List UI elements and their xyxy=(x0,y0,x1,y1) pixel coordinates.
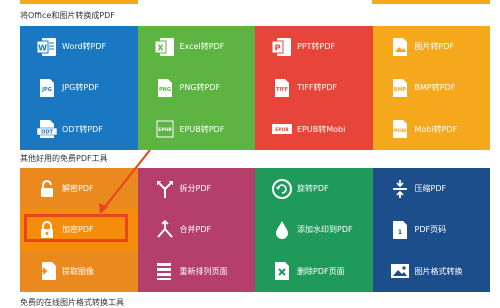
tile-label: 删除PDF页面 xyxy=(297,266,345,276)
tile-label: 重新排列页面 xyxy=(179,266,228,276)
office-to-pdf-grid: W Word转PDF X Excel转PDF P PPT转PDF 图片转PDF JPG JPG转… xyxy=(20,26,490,150)
tile-label: 添加水印到PDF xyxy=(297,225,353,235)
svg-text:X: X xyxy=(157,43,164,52)
svg-text:EPUB: EPUB xyxy=(158,127,172,133)
pdf-tool-tile[interactable]: 1 PDF页码 xyxy=(372,209,490,251)
mobi-file-icon: MOBI xyxy=(389,118,411,140)
convert-tool-tile[interactable]: EPUB EPUB转Mobi xyxy=(255,108,373,150)
watermark-drop-icon xyxy=(271,219,293,241)
tile-label: EPUB转PDF xyxy=(179,124,225,134)
svg-text:TIFF: TIFF xyxy=(276,87,288,93)
svg-text:JPG: JPG xyxy=(41,87,52,93)
tile-label: 压缩PDF xyxy=(414,184,447,194)
top-tile-strip xyxy=(0,0,500,4)
svg-text:W: W xyxy=(38,43,47,52)
convert-tool-tile[interactable]: X Excel转PDF xyxy=(137,26,255,68)
page-number-icon: 1 xyxy=(389,219,411,241)
image-convert-icon xyxy=(389,260,411,282)
png-file-icon: PNG xyxy=(154,77,176,99)
svg-text:BMP: BMP xyxy=(393,87,406,93)
tile-label: 提取图像 xyxy=(62,266,94,276)
pdf-tool-tile[interactable]: 解密PDF xyxy=(20,168,138,210)
section-title-image-tools: 免费的在线图片格式转换工具 xyxy=(20,298,124,307)
svg-text:EPUB: EPUB xyxy=(275,127,289,133)
convert-tool-tile[interactable]: JPG JPG转PDF xyxy=(20,67,138,109)
convert-tool-tile[interactable]: 图片转PDF xyxy=(372,26,490,68)
epub-file-icon: EPUB xyxy=(154,118,176,140)
tile-label: PNG转PDF xyxy=(179,83,221,93)
pdf-tool-tile[interactable]: 重新排列页面 xyxy=(137,250,255,292)
odt-file-icon: ODT xyxy=(36,118,58,140)
tile-label: Excel转PDF xyxy=(179,42,225,52)
svg-text:PNG: PNG xyxy=(159,87,171,93)
delete-page-icon xyxy=(271,260,293,282)
section-title-tools: 其他好用的免费PDF工具 xyxy=(20,154,108,163)
tile-label: PPT转PDF xyxy=(297,42,336,52)
convert-tool-tile[interactable]: EPUB EPUB转PDF xyxy=(137,108,255,150)
tile-label: BMP转PDF xyxy=(414,83,456,93)
pdf-tool-tile[interactable]: 删除PDF页面 xyxy=(255,250,373,292)
convert-tool-tile[interactable]: ODT ODT转PDF xyxy=(20,108,138,150)
svg-text:MOBI: MOBI xyxy=(393,128,407,134)
tiff-file-icon: TIFF xyxy=(271,77,293,99)
reorder-pages-icon xyxy=(154,260,176,282)
compress-icon xyxy=(389,178,411,200)
image-file-icon xyxy=(389,36,411,58)
convert-tool-tile[interactable]: PNG PNG转PDF xyxy=(137,67,255,109)
tile-label: 旋转PDF xyxy=(297,184,329,194)
section-title-office: 将Office和图片转换成PDF xyxy=(20,11,115,20)
svg-text:P: P xyxy=(275,43,281,52)
bmp-file-icon: BMP xyxy=(389,77,411,99)
pdf-tool-tile[interactable]: 拆分PDF xyxy=(137,168,255,210)
tile-label: EPUB转Mobi xyxy=(297,124,346,134)
split-icon xyxy=(154,178,176,200)
rotate-icon xyxy=(271,178,293,200)
convert-tool-tile[interactable]: TIFF TIFF转PDF xyxy=(255,67,373,109)
excel-icon: X xyxy=(154,36,176,58)
pdf-tool-tile[interactable]: 添加水印到PDF xyxy=(255,209,373,251)
extract-image-icon xyxy=(36,260,58,282)
tile-label: Mobi转PDF xyxy=(414,124,458,134)
tile-label: PDF页码 xyxy=(414,225,447,235)
jpg-file-icon: JPG xyxy=(36,77,58,99)
convert-tool-tile[interactable]: W Word转PDF xyxy=(20,26,138,68)
unlock-icon xyxy=(36,178,58,200)
pdf-tool-tile[interactable]: 压缩PDF xyxy=(372,168,490,210)
highlight-box xyxy=(24,214,128,242)
tile-label: ODT转PDF xyxy=(62,124,103,134)
convert-tool-tile[interactable]: BMP BMP转PDF xyxy=(372,67,490,109)
convert-tool-tile[interactable]: P PPT转PDF xyxy=(255,26,373,68)
pdf-tool-tile[interactable]: 旋转PDF xyxy=(255,168,373,210)
tile-label: Word转PDF xyxy=(62,42,107,52)
tile-label: 图片格式转换 xyxy=(414,266,463,276)
tile-label: 拆分PDF xyxy=(179,184,212,194)
svg-text:ODT: ODT xyxy=(41,130,53,136)
merge-icon xyxy=(154,219,176,241)
pdf-tool-tile[interactable]: 图片格式转换 xyxy=(372,250,490,292)
tile-label: 解密PDF xyxy=(62,184,94,194)
top-strip-segment-right xyxy=(372,0,490,4)
convert-tool-tile[interactable]: MOBI Mobi转PDF xyxy=(372,108,490,150)
pdf-tool-tile[interactable]: 提取图像 xyxy=(20,250,138,292)
top-strip-segment-left xyxy=(20,0,138,4)
tile-label: TIFF转PDF xyxy=(297,83,338,93)
pdf-tool-tile[interactable]: 合并PDF xyxy=(137,209,255,251)
svg-text:1: 1 xyxy=(397,229,401,236)
tile-label: JPG转PDF xyxy=(62,83,99,93)
tile-label: 图片转PDF xyxy=(414,42,455,52)
tile-label: 合并PDF xyxy=(179,225,212,235)
word-doc-icon: W xyxy=(36,36,58,58)
epub-mobi-icon: EPUB xyxy=(271,118,293,140)
ppt-icon: P xyxy=(271,36,293,58)
